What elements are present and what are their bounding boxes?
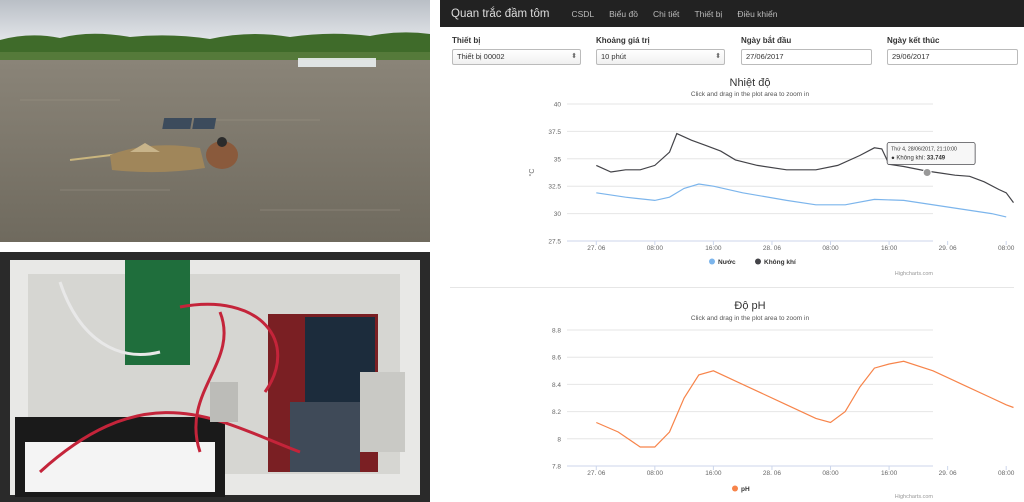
- y-tick-label: 32.5: [548, 184, 561, 191]
- x-tick-label: 29. 06: [939, 470, 957, 477]
- x-tick-label: 28. 06: [763, 470, 781, 477]
- interval-label: Khoảng giá trị: [596, 36, 650, 45]
- x-tick-label: 16:00: [881, 245, 898, 252]
- y-axis-label: °C: [528, 169, 536, 177]
- start-date-filter: Ngày bắt đầu 27/06/2017: [741, 36, 872, 65]
- nav-csdl[interactable]: CSDL: [571, 9, 594, 19]
- x-tick-label: 08:00: [998, 470, 1015, 477]
- end-date-value: 29/06/2017: [892, 52, 930, 61]
- x-tick-label: 08:00: [998, 245, 1015, 252]
- chart-subtitle: Click and drag in the plot area to zoom …: [691, 91, 810, 98]
- nav-devices[interactable]: Thiết bị: [694, 9, 722, 19]
- monitoring-app: Quan trắc đầm tôm CSDL Biểu đồ Chi tiết …: [440, 0, 1024, 502]
- interval-filter: Khoảng giá trị 10 phút: [596, 36, 725, 65]
- navbar: Quan trắc đầm tôm CSDL Biểu đồ Chi tiết …: [440, 0, 1024, 27]
- brand-link[interactable]: Quan trắc đầm tôm: [451, 8, 549, 20]
- tooltip-value: ● Không khí: 33.749: [891, 156, 946, 162]
- y-tick-label: 8.2: [552, 409, 561, 416]
- start-date-input[interactable]: 27/06/2017: [741, 49, 872, 65]
- nav-charts[interactable]: Biểu đồ: [609, 9, 638, 19]
- x-tick-label: 29. 06: [939, 245, 957, 252]
- y-tick-label: 8.8: [552, 328, 561, 335]
- x-tick-label: 16:00: [705, 470, 722, 477]
- legend-item-0: Nước: [718, 259, 736, 266]
- end-date-label: Ngày kết thúc: [887, 36, 940, 45]
- pond-photo: [0, 0, 430, 242]
- temperature-chart[interactable]: Nhiệt độ Click and drag in the plot area …: [440, 69, 1024, 284]
- x-tick-label: 08:00: [822, 245, 839, 252]
- y-tick-label: 35: [554, 156, 562, 163]
- y-tick-label: 30: [554, 211, 562, 218]
- device-select-value: Thiết bị 00002: [457, 52, 505, 61]
- chart-subtitle: Click and drag in the plot area to zoom …: [691, 315, 810, 322]
- chart-divider: [450, 287, 1014, 288]
- electronics-box-photo: [0, 252, 430, 502]
- y-tick-label: 27.5: [548, 239, 561, 246]
- x-tick-label: 16:00: [881, 470, 898, 477]
- chart-title: Độ pH: [734, 300, 765, 312]
- y-tick-label: 8.6: [552, 355, 561, 362]
- series-line-0: [596, 183, 1007, 218]
- device-label: Thiết bị: [452, 36, 481, 45]
- y-tick-label: 7.8: [552, 464, 561, 471]
- legend-item-1: Không khí: [764, 259, 796, 266]
- start-date-label: Ngày bắt đầu: [741, 36, 792, 45]
- device-select[interactable]: Thiết bị 00002: [452, 49, 581, 65]
- credits-link: Highcharts.com: [895, 271, 934, 277]
- series-line-0: [596, 360, 1014, 448]
- interval-select-value: 10 phút: [601, 52, 627, 61]
- end-date-input[interactable]: 29/06/2017: [887, 49, 1018, 65]
- legend-marker-0: [709, 258, 715, 265]
- x-tick-label: 28. 06: [763, 245, 781, 252]
- tooltip-title: Thứ 4, 28/06/2017, 21:10:00: [891, 147, 957, 153]
- y-tick-label: 8: [557, 436, 561, 443]
- y-tick-label: 40: [554, 102, 562, 109]
- ph-chart[interactable]: Độ pH Click and drag in the plot area to …: [440, 290, 1024, 502]
- hover-point: [922, 168, 932, 178]
- chart-title: Nhiệt độ: [730, 77, 771, 89]
- legend-marker-0: [732, 485, 738, 492]
- filter-bar: Thiết bị Thiết bị 00002 Khoảng giá trị 1…: [440, 27, 1024, 69]
- legend-marker-1: [755, 258, 761, 265]
- nav-control[interactable]: Điều khiển: [737, 9, 777, 19]
- y-tick-label: 8.4: [552, 382, 561, 389]
- end-date-filter: Ngày kết thúc 29/06/2017: [887, 36, 1018, 65]
- nav-details[interactable]: Chi tiết: [653, 9, 679, 19]
- x-tick-label: 16:00: [705, 245, 722, 252]
- x-tick-label: 08:00: [647, 245, 664, 252]
- x-tick-label: 27. 06: [587, 470, 605, 477]
- legend-item-0: pH: [741, 486, 750, 493]
- photo-panel: [0, 0, 430, 502]
- x-tick-label: 27. 06: [587, 245, 605, 252]
- start-date-value: 27/06/2017: [746, 52, 784, 61]
- credits-link: Highcharts.com: [895, 494, 934, 500]
- device-filter: Thiết bị Thiết bị 00002: [452, 36, 581, 65]
- x-tick-label: 08:00: [822, 470, 839, 477]
- x-tick-label: 08:00: [647, 470, 664, 477]
- y-tick-label: 37.5: [548, 129, 561, 136]
- interval-select[interactable]: 10 phút: [596, 49, 725, 65]
